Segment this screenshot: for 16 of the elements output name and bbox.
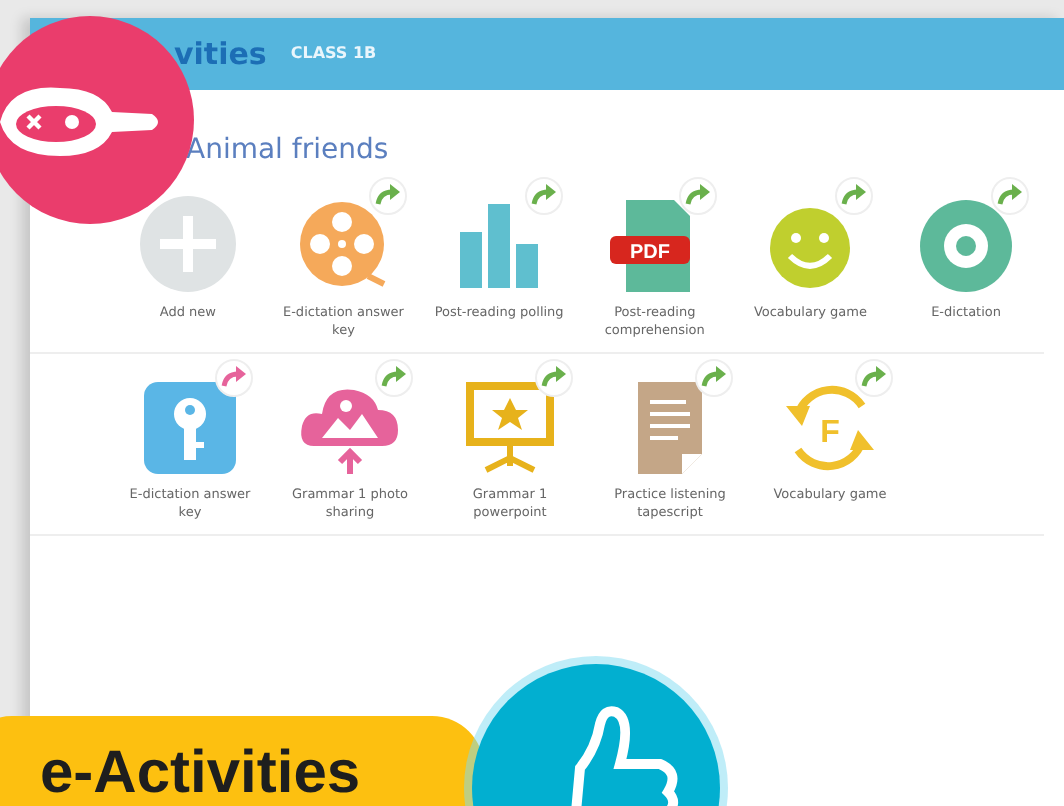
share-icon[interactable]: [990, 176, 1031, 216]
share-icon[interactable]: [214, 358, 254, 398]
share-icon[interactable]: [854, 358, 894, 398]
class-label: CLASS 1B: [290, 42, 377, 66]
promo-text: e-Activities: [40, 740, 361, 806]
share-icon[interactable]: [694, 358, 734, 398]
share-icon[interactable]: [374, 358, 414, 398]
header-title: vities: [174, 33, 267, 76]
share-icon[interactable]: [678, 176, 719, 216]
plus-icon[interactable]: [135, 192, 240, 296]
share-icon[interactable]: [834, 176, 875, 216]
pdf-text: PDF: [630, 242, 671, 264]
share-icon[interactable]: [367, 176, 408, 216]
letter-text: F: [820, 416, 840, 450]
share-icon[interactable]: [523, 176, 564, 216]
share-icon[interactable]: [534, 358, 574, 398]
